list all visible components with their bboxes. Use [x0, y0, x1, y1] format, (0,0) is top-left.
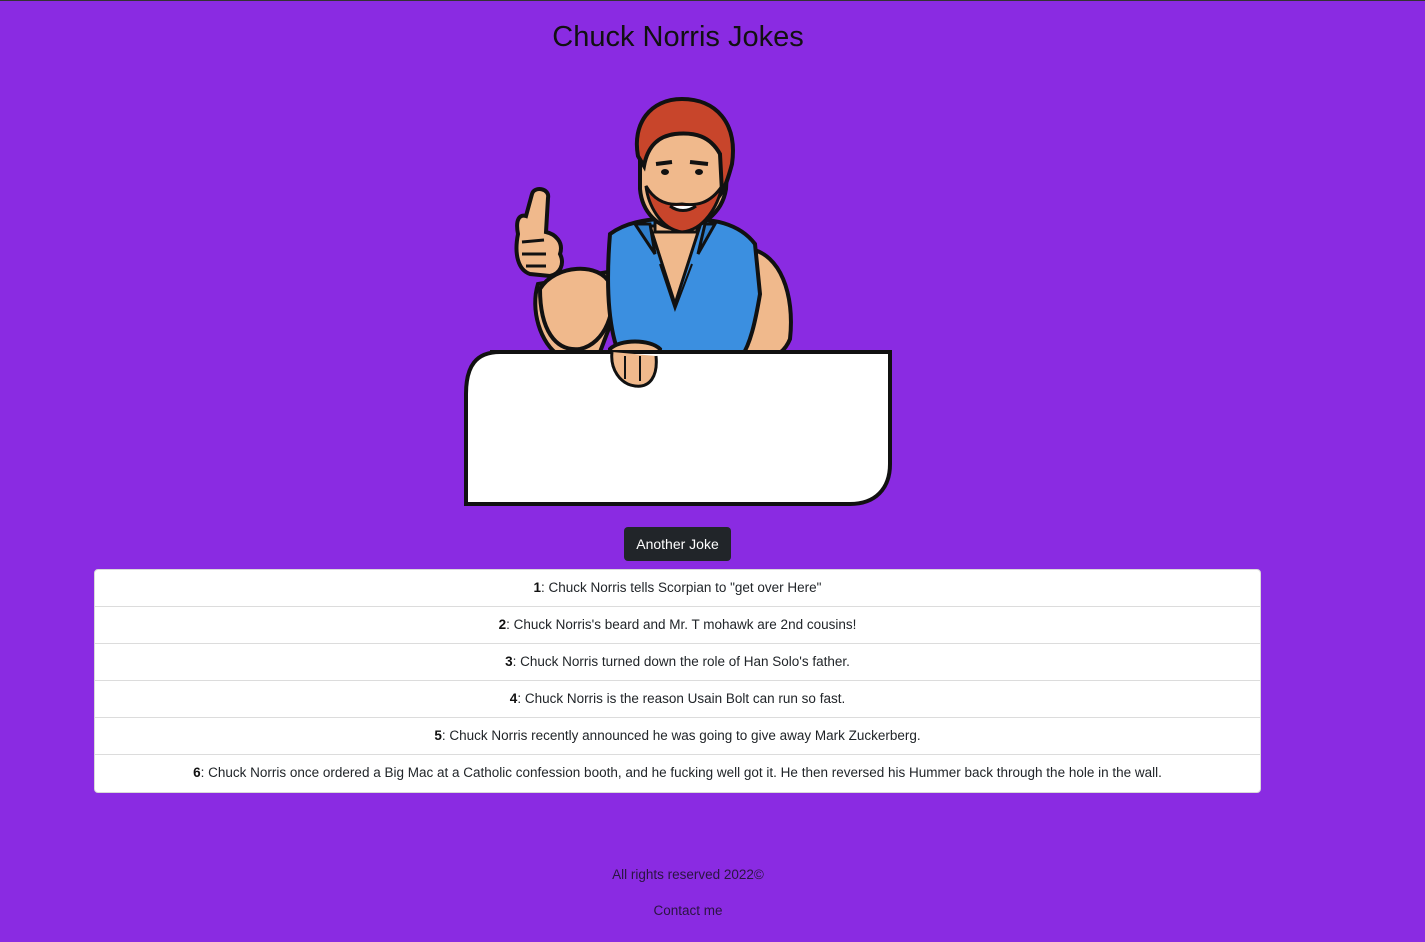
joke-list: 1: Chuck Norris tells Scorpian to "get o… [94, 569, 1261, 793]
thumbs-up-icon [514, 187, 564, 279]
joke-text: : Chuck Norris recently announced he was… [441, 728, 921, 743]
joke-text: : Chuck Norris turned down the role of H… [512, 654, 850, 669]
list-item: 5: Chuck Norris recently announced he wa… [95, 718, 1260, 755]
joke-text: : Chuck Norris is the reason Usain Bolt … [517, 691, 846, 706]
joke-number: 1 [533, 580, 542, 595]
list-item: 3: Chuck Norris turned down the role of … [95, 644, 1260, 681]
copyright-text: All rights reserved 2022© [612, 867, 764, 882]
list-item: 2: Chuck Norris's beard and Mr. T mohawk… [95, 607, 1260, 644]
joke-number: 3 [505, 654, 513, 669]
list-item: 4: Chuck Norris is the reason Usain Bolt… [95, 681, 1260, 718]
joke-number: 5 [434, 728, 442, 743]
joke-number: 2 [498, 617, 507, 632]
list-item: 6: Chuck Norris once ordered a Big Mac a… [95, 755, 1260, 792]
joke-text: : Chuck Norris once ordered a Big Mac at… [200, 765, 1162, 780]
joke-text: : Chuck Norris tells Scorpian to "get ov… [541, 580, 822, 595]
joke-text: : Chuck Norris's beard and Mr. T mohawk … [506, 617, 857, 632]
page-title: Chuck Norris Jokes [552, 21, 804, 53]
list-item: 1: Chuck Norris tells Scorpian to "get o… [95, 570, 1260, 607]
another-joke-button[interactable]: Another Joke [624, 527, 731, 561]
sign-board [464, 350, 892, 506]
joke-number: 6 [193, 765, 201, 780]
chuck-norris-illustration [464, 96, 892, 506]
contact-link[interactable]: Contact me [0, 903, 1376, 918]
